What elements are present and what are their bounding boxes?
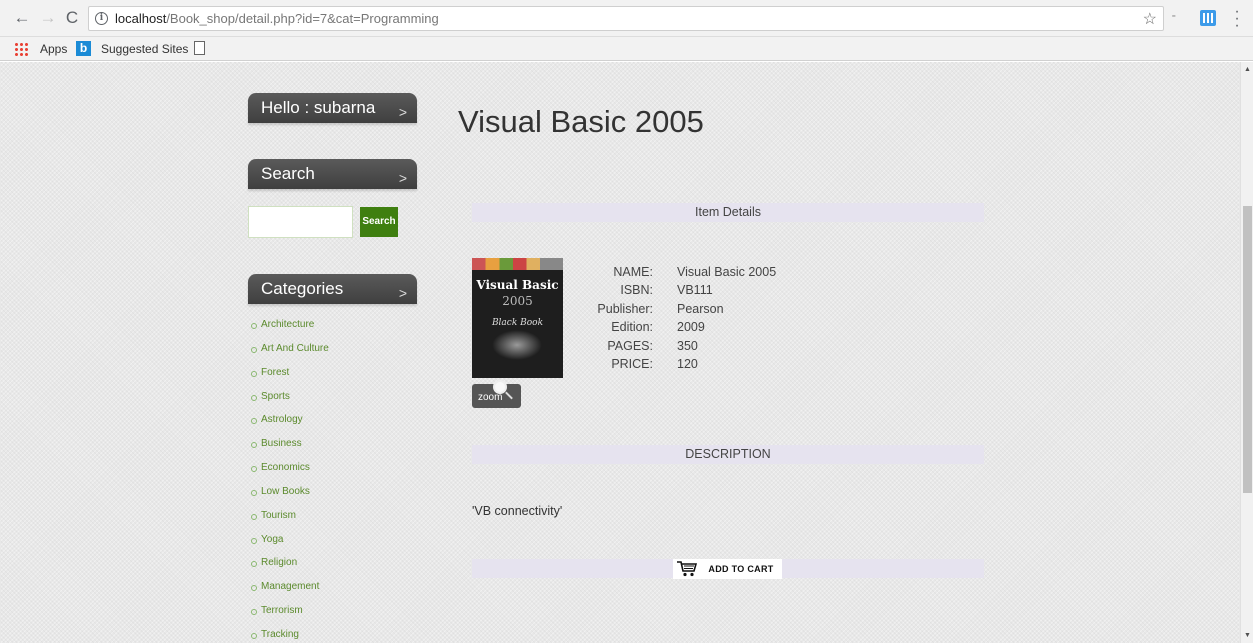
- apps-grid-icon[interactable]: [14, 42, 28, 56]
- extension-icon[interactable]: ⁃: [1171, 10, 1185, 24]
- chevron-right-icon: >: [398, 170, 407, 186]
- zoom-button[interactable]: zoom: [472, 380, 521, 408]
- category-link[interactable]: Tracking: [251, 623, 329, 643]
- detail-value: VB111: [677, 283, 713, 298]
- chevron-right-icon: >: [398, 104, 407, 120]
- chevron-right-icon: >: [398, 285, 407, 301]
- detail-label: NAME:: [613, 265, 653, 279]
- category-link[interactable]: Management: [251, 575, 329, 599]
- categories-header: Categories >: [248, 274, 417, 304]
- category-link[interactable]: Economics: [251, 456, 329, 480]
- detail-row: Edition: 2009: [590, 318, 850, 336]
- detail-row: PAGES: 350: [590, 337, 850, 355]
- scroll-up-icon[interactable]: ▲: [1243, 66, 1252, 73]
- magnifier-handle: [505, 391, 513, 400]
- bookmark-suggested-sites[interactable]: Suggested Sites: [101, 41, 188, 57]
- scrollbar[interactable]: ▲ ▼: [1240, 62, 1253, 643]
- detail-row: ISBN: VB111: [590, 281, 850, 299]
- bookmark-star-icon[interactable]: ☆: [1143, 9, 1157, 29]
- bing-icon[interactable]: b: [76, 41, 91, 56]
- browser-menu-icon[interactable]: · · ·: [1234, 4, 1240, 34]
- description-text: 'VB connectivity': [472, 504, 563, 518]
- category-link[interactable]: Art And Culture: [251, 337, 329, 361]
- category-list: Architecture Art And Culture Forest Sports A…: [251, 313, 329, 643]
- url-host: localhost: [115, 11, 167, 26]
- cover-title: Visual Basic: [476, 278, 559, 292]
- detail-value: 350: [677, 338, 698, 353]
- address-bar[interactable]: i localhost/Book_shop/detail.php?id=7&ca…: [88, 6, 1164, 31]
- info-icon[interactable]: i: [95, 12, 108, 25]
- forward-icon[interactable]: →: [38, 8, 58, 28]
- detail-label: PRICE:: [611, 356, 653, 371]
- book-title: Visual Basic 2005: [458, 104, 704, 139]
- shopping-cart-icon: [677, 561, 697, 577]
- cover-year: 2005: [502, 294, 533, 308]
- search-input[interactable]: [248, 206, 353, 238]
- detail-value: Pearson: [677, 301, 724, 316]
- category-link[interactable]: Religion: [251, 551, 329, 575]
- categories-heading: Categories: [261, 279, 344, 298]
- category-link[interactable]: Astrology: [251, 408, 329, 432]
- category-link[interactable]: Low Books: [251, 480, 329, 504]
- detail-row: NAME: Visual Basic 2005: [590, 263, 850, 281]
- category-link[interactable]: Tourism: [251, 504, 329, 528]
- detail-value: 2009: [677, 320, 705, 335]
- category-link[interactable]: Sports: [251, 385, 329, 409]
- category-link[interactable]: Forest: [251, 361, 329, 385]
- back-icon[interactable]: ←: [12, 8, 32, 28]
- item-details-heading: Item Details: [472, 203, 984, 222]
- search-header: Search >: [248, 159, 417, 189]
- search-button[interactable]: Search: [360, 207, 398, 237]
- detail-label: ISBN:: [620, 283, 653, 298]
- detail-value: Visual Basic 2005: [677, 265, 777, 279]
- item-details-table: NAME: Visual Basic 2005 ISBN: VB111 Publishe…: [590, 263, 850, 373]
- category-link[interactable]: Architecture: [251, 313, 329, 337]
- detail-label: PAGES:: [607, 338, 653, 353]
- search-heading: Search: [261, 164, 315, 183]
- detail-label: Edition:: [611, 320, 653, 335]
- book-cover-image[interactable]: Visual Basic 2005 Black Book: [472, 258, 563, 378]
- bookmarks-bar: Apps b Suggested Sites: [0, 37, 1253, 61]
- detail-value: 120: [677, 356, 698, 371]
- greeting-header: Hello : subarna >: [248, 93, 417, 123]
- detail-row: Publisher: Pearson: [590, 300, 850, 318]
- scroll-thumb[interactable]: [1243, 206, 1252, 493]
- url-path: /Book_shop/detail.php?id=7&cat=Programmi…: [166, 11, 439, 26]
- cover-subtitle: Black Book: [491, 318, 544, 328]
- category-link[interactable]: Yoga: [251, 528, 329, 552]
- reload-icon[interactable]: C: [62, 8, 82, 28]
- detail-label: Publisher:: [597, 301, 653, 316]
- detail-row: PRICE: 120: [590, 355, 850, 373]
- category-link[interactable]: Terrorism: [251, 599, 329, 623]
- scroll-down-icon[interactable]: ▼: [1243, 632, 1252, 639]
- page-icon[interactable]: [194, 41, 205, 55]
- bookmark-apps[interactable]: Apps: [40, 41, 67, 57]
- cover-glow: [492, 330, 542, 360]
- category-link[interactable]: Business: [251, 432, 329, 456]
- greeting-text: Hello : subarna: [261, 98, 376, 117]
- description-heading: DESCRIPTION: [472, 445, 984, 464]
- cover-strip: [472, 258, 563, 270]
- page-content: Hello : subarna > Search > Search Catego…: [0, 62, 1240, 643]
- url-text: localhost/Book_shop/detail.php?id=7&cat=…: [115, 11, 439, 26]
- add-to-cart-button[interactable]: ADD TO CART: [673, 559, 782, 579]
- extension-chart-icon[interactable]: [1200, 10, 1216, 26]
- add-to-cart-label: ADD TO CART: [708, 564, 774, 574]
- browser-toolbar: ← → C i localhost/Book_shop/detail.php?i…: [0, 0, 1253, 37]
